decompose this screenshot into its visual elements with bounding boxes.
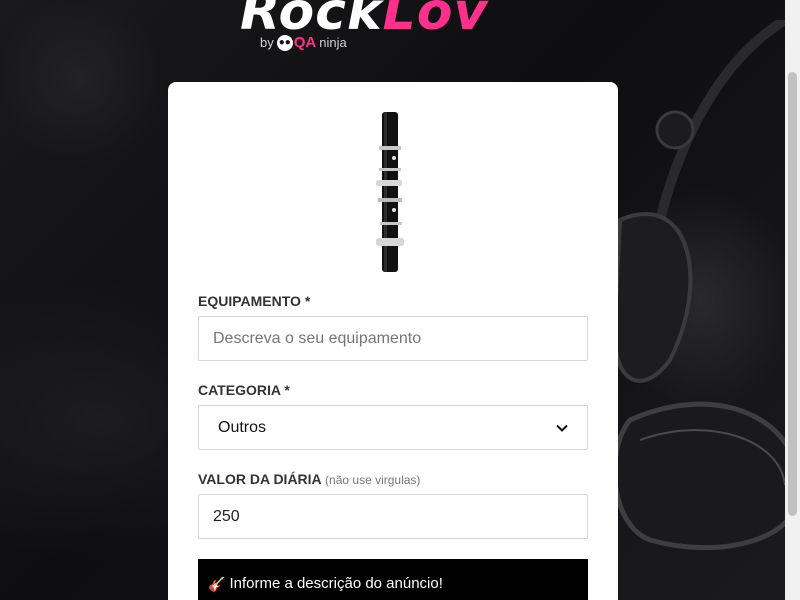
- valor-label: VALOR DA DIÁRIA (não use virgulas): [198, 471, 420, 487]
- categoria-label: CATEGORIA *: [198, 382, 290, 398]
- logo-byline: by ●● QA ninja: [260, 34, 347, 51]
- categoria-selected-value: Outros: [218, 418, 267, 436]
- rocklov-logo: RockLov by ●● QA ninja: [240, 0, 550, 56]
- qa-bubble-icon: ●●: [276, 34, 293, 51]
- qa-text: QA: [293, 34, 317, 51]
- valor-label-text: VALOR DA DIÁRIA: [198, 471, 322, 487]
- error-toast: 🎸 Informe a descrição do anúncio!: [198, 559, 588, 600]
- qaninja-logo: ●● QA: [276, 34, 317, 51]
- valor-hint: (não use virgulas): [325, 473, 421, 487]
- logo-text-lov: Lov: [382, 0, 489, 42]
- valor-input[interactable]: [198, 494, 588, 539]
- chevron-down-icon: [556, 424, 568, 432]
- logo-by-text: by: [260, 35, 274, 50]
- ninja-text: ninja: [319, 35, 347, 50]
- guitar-icon: 🎸: [208, 576, 226, 592]
- toast-message: Informe a descrição do anúncio!: [229, 575, 443, 592]
- equipamento-input[interactable]: [198, 316, 588, 361]
- categoria-select[interactable]: Outros: [198, 405, 588, 450]
- scrollbar-thumb[interactable]: [788, 72, 797, 516]
- headphones-background-icon: [612, 20, 800, 551]
- equipamento-label: EQUIPAMENTO *: [198, 293, 311, 309]
- page-scrollbar[interactable]: [785, 0, 800, 600]
- clarinet-thumbnail-image[interactable]: [370, 110, 410, 274]
